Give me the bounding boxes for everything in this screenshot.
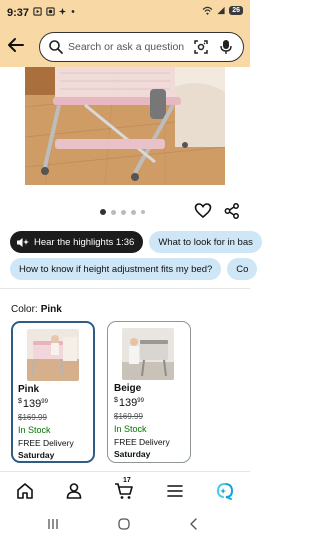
home-circle-icon[interactable] <box>117 517 131 531</box>
heart-icon[interactable] <box>194 202 212 220</box>
pink-bassinet-thumb <box>27 329 79 381</box>
status-time: 9:37 <box>7 7 30 19</box>
option-stock: In Stock <box>114 424 147 434</box>
option-price: $13999 <box>18 398 48 410</box>
option-thumbnail <box>27 329 79 381</box>
camera-search-icon[interactable] <box>193 39 209 55</box>
cart-button[interactable]: 17 <box>113 477 135 502</box>
chip-label: Hear the highlights 1:36 <box>34 236 135 248</box>
option-stock: In Stock <box>18 425 51 435</box>
color-option-pink[interactable]: Pink $13999 $169.99 In Stock FREE Delive… <box>11 321 95 463</box>
question-chip[interactable]: How to know if height adjustment fits my… <box>10 258 222 280</box>
sparkle-speaker-icon <box>17 237 29 247</box>
color-option-beige[interactable]: Beige $13999 $169.99 In Stock FREE Deliv… <box>107 321 191 463</box>
chip-row: How to know if height adjustment fits my… <box>10 258 258 280</box>
cart-count: 17 <box>123 477 131 484</box>
selected-color: Pink <box>40 304 62 315</box>
pagination-dot[interactable] <box>111 209 116 215</box>
option-delivery: FREE Delivery <box>114 437 170 447</box>
notification-icons <box>33 7 75 18</box>
pagination-dot[interactable] <box>100 209 106 215</box>
bottom-nav: 17 <box>0 476 250 506</box>
home-button[interactable] <box>14 480 36 502</box>
option-list-price: $169.99 <box>114 412 143 421</box>
status-right: 26 <box>202 6 243 15</box>
home-icon <box>17 483 33 499</box>
nav-divider <box>0 471 250 472</box>
question-chip[interactable]: Co <box>227 258 258 280</box>
chip-label: How to know if height adjustment fits my… <box>19 263 213 275</box>
option-thumbnail <box>122 328 174 380</box>
beige-bassinet-thumb <box>122 328 174 380</box>
cart-icon <box>115 483 133 499</box>
menu-icon <box>167 485 183 497</box>
rufus-icon <box>216 483 234 500</box>
system-back-icon[interactable] <box>187 517 201 531</box>
search-input[interactable] <box>68 41 188 53</box>
chip-label: What to look for in bas <box>158 236 253 248</box>
option-delivery-day: Saturday <box>18 450 55 460</box>
color-label: Color: Pink <box>11 304 62 315</box>
menu-button[interactable] <box>164 480 186 502</box>
signal-icon <box>217 6 225 15</box>
option-name: Pink <box>18 384 40 395</box>
photos-icon <box>45 7 55 16</box>
media-icon <box>33 7 42 16</box>
section-divider <box>0 288 250 289</box>
product-image[interactable] <box>25 67 225 185</box>
option-delivery-day: Saturday <box>114 449 151 459</box>
status-bar: 9:37 26 <box>0 0 250 26</box>
pagination-dot[interactable] <box>121 209 126 215</box>
account-button[interactable] <box>63 480 85 502</box>
battery-icon: 26 <box>229 6 243 15</box>
pagination-dot[interactable] <box>141 210 145 214</box>
app-header: 9:37 26 <box>0 0 250 67</box>
question-chip[interactable]: What to look for in bas <box>149 231 262 253</box>
chip-label: Co <box>236 263 249 275</box>
recent-apps-icon[interactable] <box>46 517 60 531</box>
image-pagination <box>100 209 145 215</box>
back-arrow-icon[interactable] <box>6 35 26 55</box>
chip-row: Hear the highlights 1:36 What to look fo… <box>10 231 262 253</box>
rufus-button[interactable] <box>214 480 236 502</box>
option-price: $13999 <box>114 397 144 409</box>
option-list-price: $169.99 <box>18 413 47 422</box>
option-name: Beige <box>114 383 142 394</box>
system-nav-bar <box>0 508 250 541</box>
wifi-icon <box>202 6 213 15</box>
option-delivery: FREE Delivery <box>18 438 74 448</box>
search-icon <box>49 40 63 54</box>
color-label-text: Color: <box>11 304 38 315</box>
gallery-icon <box>58 7 67 16</box>
pagination-dot[interactable] <box>131 209 136 215</box>
microphone-icon[interactable] <box>219 39 233 55</box>
hear-highlights-chip[interactable]: Hear the highlights 1:36 <box>10 231 144 253</box>
search-bar[interactable] <box>39 32 244 62</box>
dot-icon <box>71 10 74 13</box>
share-icon[interactable] <box>223 202 241 220</box>
bassinet-photo <box>25 67 225 185</box>
person-icon <box>66 483 82 499</box>
